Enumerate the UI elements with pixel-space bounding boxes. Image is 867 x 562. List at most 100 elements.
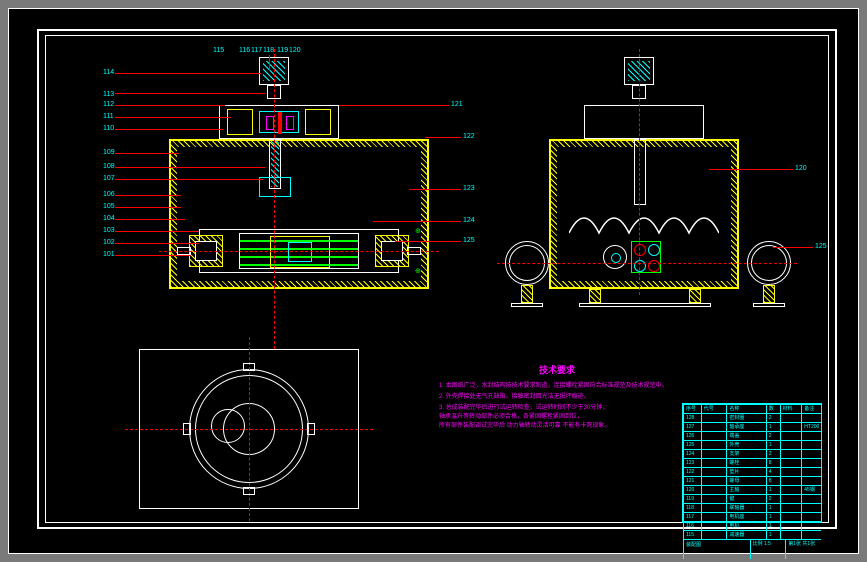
bom-cell (801, 477, 821, 485)
bom-cell (780, 504, 802, 512)
bom-cell: 2 (766, 414, 780, 422)
callout-115: 115 (213, 47, 224, 54)
bom-row: 122垫片4 (683, 467, 821, 476)
techreq-1: 1. 本图纸广泛，水封结构按技术要求制造，连接螺栓紧固符合标准规范及技术规范中。 (439, 380, 719, 389)
bom-cell: 密封圈 (726, 414, 765, 422)
bom-cell: 2 (766, 495, 780, 503)
bom-cell: 联轴器 (726, 504, 765, 512)
bom-cell (801, 432, 821, 440)
techreq-5: 所有部件装配调试完毕后 动力轴转动灵活可靠 不能有卡死现象。 (439, 420, 719, 429)
bom-row: 121螺母8 (683, 476, 821, 485)
callout-107: 107 (103, 175, 115, 182)
bom-cell (701, 468, 727, 476)
plan-circle-inner (211, 409, 245, 443)
bom-cell: 120 (683, 486, 701, 494)
callout-124: 124 (463, 217, 475, 224)
bom-cell (801, 441, 821, 449)
callout-122: 122 (463, 133, 475, 140)
bom-cell: 材料 (780, 405, 802, 413)
callout-123: 123 (463, 185, 475, 192)
bom-cell: 代号 (701, 405, 727, 413)
bom-cell: 名称 (726, 405, 765, 413)
bom-cell: 121 (683, 477, 701, 485)
callout-114: 114 (103, 69, 114, 76)
bom-row: 120 主轴1 45钢 (683, 485, 821, 494)
bom-cell (780, 477, 802, 485)
bom-cell: 4 (766, 468, 780, 476)
bom-cell (801, 531, 821, 539)
bom-cell (701, 441, 727, 449)
bom-cell: 115 (683, 531, 701, 539)
bom-cell: 1 (766, 423, 780, 431)
centerline-h (159, 251, 439, 252)
bom-cell: 垫片 (726, 468, 765, 476)
side-wavy-rollers (569, 203, 719, 241)
bom-row: 124支架2 (683, 449, 821, 458)
bom-cell: 减速器 (726, 531, 765, 539)
callout-111: 111 (103, 113, 114, 120)
side-spindle (634, 139, 646, 205)
techreq-4: 轴承温升等转动部件必须合格，各紧固螺栓紧固到位， (439, 411, 719, 420)
bom-cell (701, 486, 727, 494)
title-block: 序号代号名称数量材料备注128密封圈2127轴承座1HT200126端盖2125… (682, 403, 822, 523)
bom-cell (780, 486, 802, 494)
tb-proj: 装配图 (683, 540, 750, 559)
bom-cell (801, 522, 821, 530)
techreq-2: 2. 外壳焊接处无气孔缺陷，接触密封面光洁无损坏痕迹。 (439, 391, 719, 400)
bom-cell: 电机 (726, 522, 765, 530)
callout-106: 106 (103, 191, 115, 198)
callout-108: 108 (103, 163, 115, 170)
tb-sheet: 第1张 共1张 (785, 540, 821, 559)
bom-cell: 螺母 (726, 477, 765, 485)
callout-103: 103 (103, 227, 115, 234)
front-section-view: ⊕ ⊕ 101 102 103 104 105 106 107 108 109 … (109, 49, 429, 309)
tech-requirements: 技术要求 1. 本图纸广泛，水封结构按技术要求制造，连接螺栓紧固符合标准规范及技… (439, 363, 719, 429)
side-callout-125: 125 (815, 243, 827, 250)
callout-113: 113 (103, 91, 114, 98)
bom-cell: 主轴 (726, 486, 765, 494)
bom-cell: 1 (766, 531, 780, 539)
bom-row: 117电机座1 (683, 512, 821, 521)
bom-cell (801, 414, 821, 422)
bom-cell (701, 522, 727, 530)
bom-cell (701, 414, 727, 422)
bom-cell: 数量 (766, 405, 780, 413)
bom-cell: 126 (683, 432, 701, 440)
callout-104: 104 (103, 215, 115, 222)
bom-cell (701, 450, 727, 458)
bom-cell (801, 450, 821, 458)
callout-125: 125 (463, 237, 475, 244)
bom-cell (701, 504, 727, 512)
callout-112: 112 (103, 101, 114, 108)
bom-cell: 2 (766, 432, 780, 440)
bom-cell (701, 432, 727, 440)
callout-121: 121 (451, 101, 463, 108)
callout-102: 102 (103, 239, 115, 246)
side-callout-120: 120 (795, 165, 807, 172)
bom-row: 128密封圈2 (683, 413, 821, 422)
bom-cell (701, 513, 727, 521)
bom-cell: 1 (766, 486, 780, 494)
bom-cell: 117 (683, 513, 701, 521)
bom-cell: 2 (766, 450, 780, 458)
cad-canvas: ⊕ ⊕ 101 102 103 104 105 106 107 108 109 … (8, 8, 859, 554)
bom-cell (801, 504, 821, 512)
gearbox-bearing-l (227, 109, 253, 135)
plan-view (139, 349, 359, 529)
callout-110: 110 (103, 125, 114, 132)
callout-120: 120 (289, 47, 301, 54)
bom-header-row: 序号代号名称数量材料备注 (683, 404, 821, 413)
bom-row: 123螺栓8 (683, 458, 821, 467)
bom-cell: 序号 (683, 405, 701, 413)
side-stand-r (763, 285, 775, 303)
callout-105: 105 (103, 203, 115, 210)
callout-119: 119 (277, 47, 288, 54)
bom-cell: 1 (766, 522, 780, 530)
bom-cell: 45钢 (801, 486, 821, 494)
tb-scale: 比例 1:5 (750, 540, 786, 559)
bom-cell: 124 (683, 450, 701, 458)
callout-117: 117 (251, 47, 262, 54)
bom-cell (701, 423, 727, 431)
bom-cell (801, 495, 821, 503)
bom-cell (701, 531, 727, 539)
